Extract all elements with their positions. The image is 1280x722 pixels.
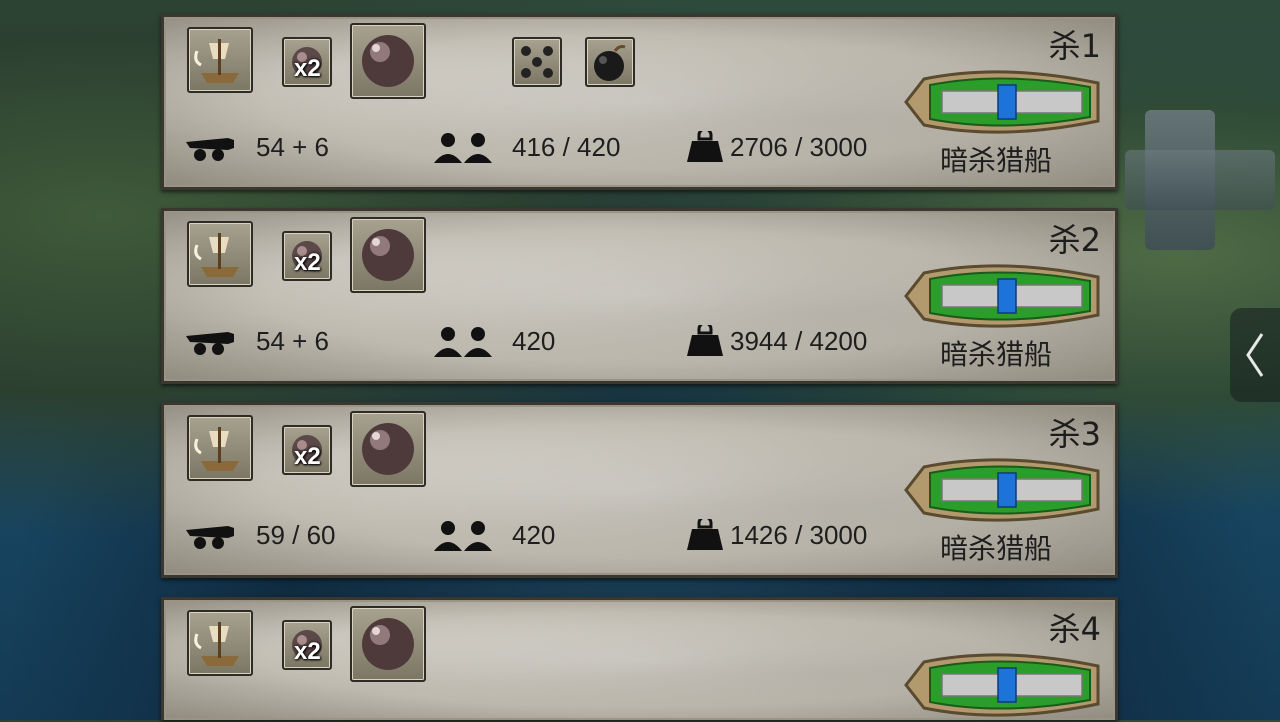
ship-panel-2[interactable]: x2 54 + 6 420 3944 / 4200 杀2 暗杀猎船 [161,208,1118,384]
cannonball-ammo-icon[interactable]: x2 [282,620,332,670]
grapeshot-icon[interactable] [512,37,562,87]
guns-stat: 54 + 6 [184,321,329,361]
cargo-stat: 2706 / 3000 [686,127,867,167]
guns-value: 54 + 6 [256,325,330,356]
guns-stat: 54 + 6 [184,127,329,167]
kill-label: 杀3 [1048,415,1101,453]
side-panel-toggle[interactable] [1230,308,1280,402]
cannonball-ammo-icon[interactable]: x2 [282,425,332,475]
fortress-wall [1125,150,1275,210]
cannonball-icon[interactable] [350,217,426,293]
crew-value: 420 [512,325,556,356]
cannonball-icon[interactable] [350,23,426,99]
ammo-multiplier: x2 [294,638,321,665]
cargo-value: 3944 / 4200 [730,325,868,356]
cargo-stat: 3944 / 4200 [686,321,867,361]
cannonball-ammo-icon[interactable]: x2 [282,231,332,281]
bomb-icon[interactable] [585,37,635,87]
ship-type-label: 暗杀猎船 [940,144,1053,177]
kill-label: 杀2 [1048,221,1101,259]
cannon-icon [186,526,234,549]
cargo-stat: 1426 / 3000 [686,515,867,555]
ammo-multiplier: x2 [294,249,321,276]
ship-swap-icon[interactable] [187,221,253,287]
ship-hull-diagram[interactable] [902,65,1108,139]
crew-value: 416 / 420 [512,131,621,162]
cargo-value: 2706 / 3000 [730,131,868,162]
ship-type-label: 暗杀猎船 [940,532,1053,565]
cannonball-ammo-icon[interactable]: x2 [282,37,332,87]
ship-hull-diagram[interactable] [902,453,1108,527]
ship-hull-diagram[interactable] [902,259,1108,333]
kill-label: 杀4 [1048,610,1101,648]
ship-panel-1[interactable]: x2 54 + 6 416 / 420 2706 / 3000 杀1 暗杀猎船 [161,14,1118,190]
weight-icon [687,131,723,162]
ship-swap-icon[interactable] [187,610,253,676]
guns-stat: 59 / 60 [184,515,336,555]
crew-stat: 420 [432,321,555,361]
guns-value: 54 + 6 [256,131,330,162]
crew-stat: 420 [432,515,555,555]
cannonball-icon[interactable] [350,411,426,487]
ship-hull-diagram[interactable] [902,648,1108,722]
guns-value: 59 / 60 [256,519,336,550]
weight-icon [687,325,723,356]
ship-swap-icon[interactable] [187,27,253,93]
cargo-value: 1426 / 3000 [730,519,868,550]
weight-icon [687,519,723,550]
cannon-icon [186,332,234,355]
kill-label: 杀1 [1048,27,1101,65]
ammo-multiplier: x2 [294,443,321,470]
ship-swap-icon[interactable] [187,415,253,481]
ship-panel-3[interactable]: x2 59 / 60 420 1426 / 3000 杀3 暗杀猎船 [161,402,1118,578]
chevron-left-icon [1246,333,1264,377]
ammo-multiplier: x2 [294,55,321,82]
crew-icon [434,327,492,357]
cannon-icon [186,138,234,161]
crew-stat: 416 / 420 [432,127,620,167]
crew-icon [434,521,492,551]
ship-panel-4[interactable]: x2 杀4 [161,597,1118,720]
ship-type-label: 暗杀猎船 [940,338,1053,371]
cannonball-icon[interactable] [350,606,426,682]
crew-value: 420 [512,519,556,550]
crew-icon [434,133,492,163]
